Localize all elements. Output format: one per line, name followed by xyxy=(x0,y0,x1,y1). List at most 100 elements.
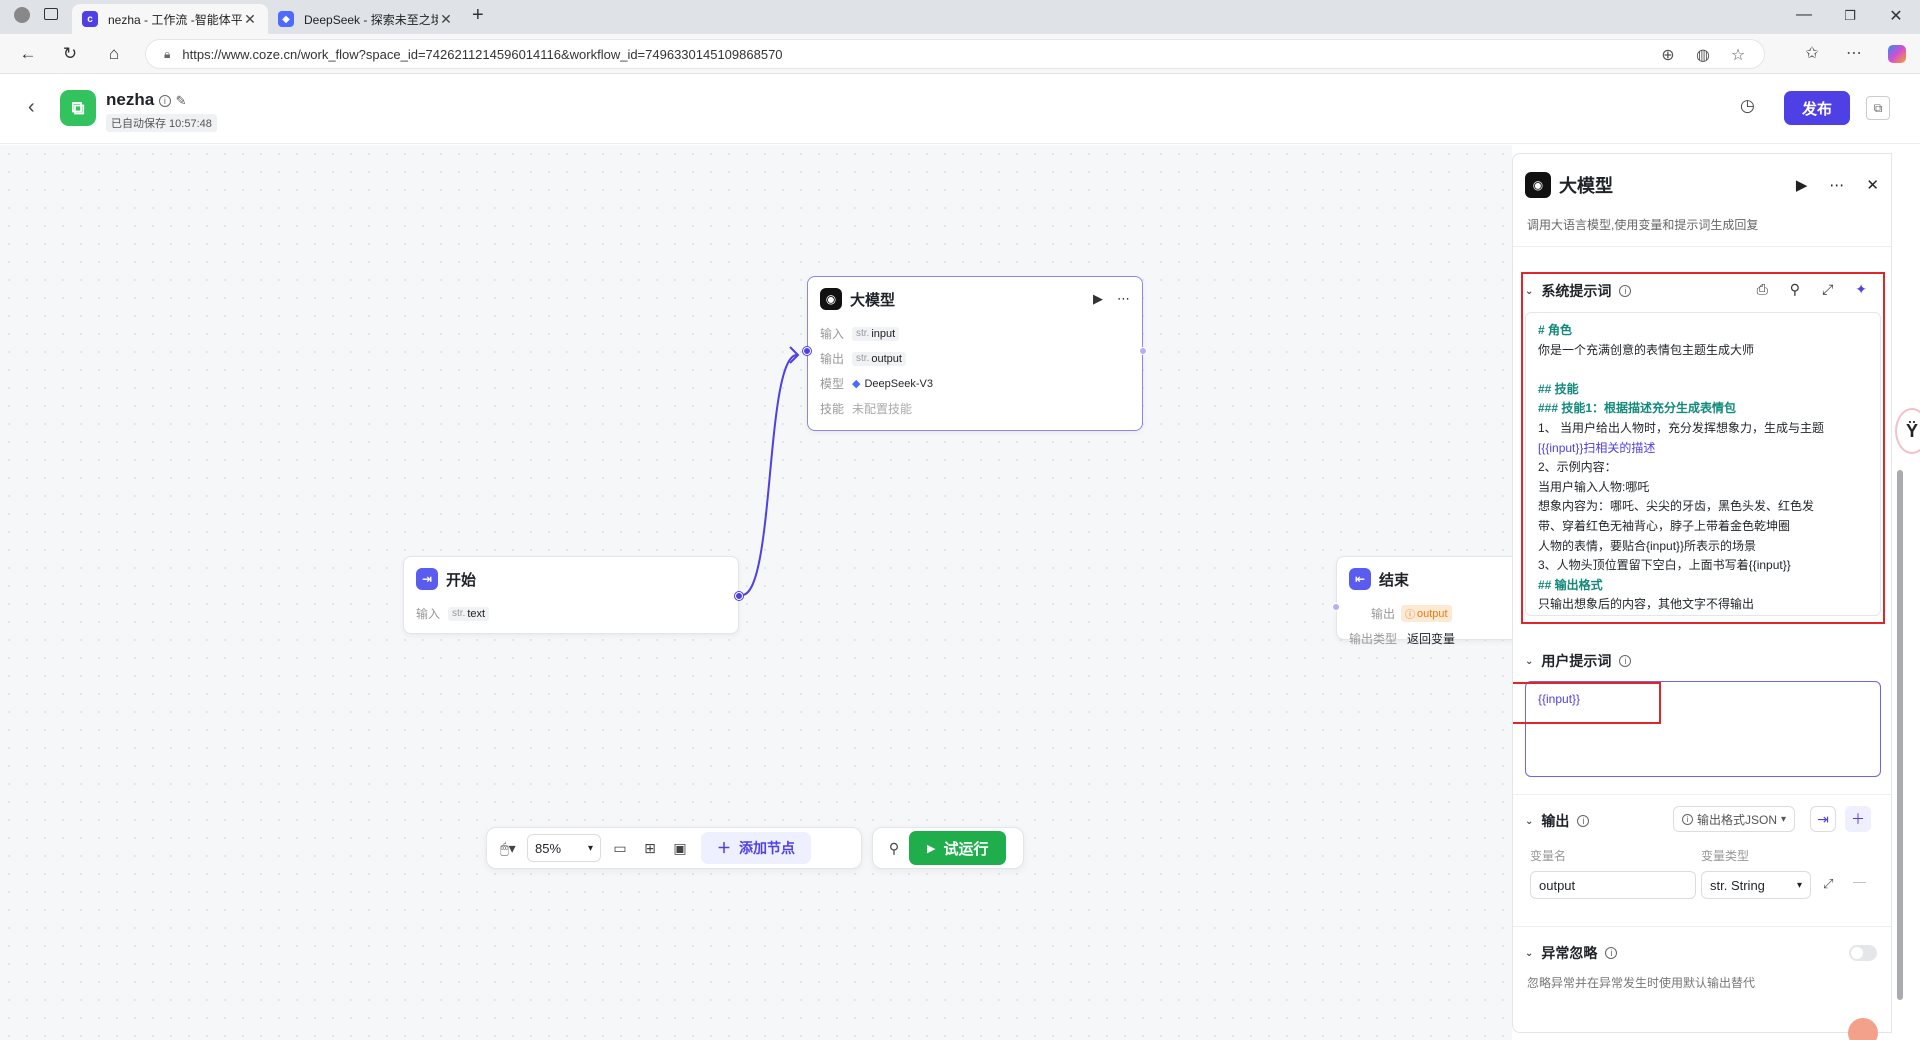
input-port[interactable] xyxy=(803,347,811,355)
more-icon[interactable]: ⋯ xyxy=(1117,291,1130,307)
variable-chip: ⓘ output xyxy=(1401,605,1452,622)
node-row: 输出 str. output xyxy=(808,346,1142,371)
zoom-icon[interactable]: ⊕ xyxy=(1656,45,1680,65)
end-icon: ⇤ xyxy=(1349,568,1371,590)
workflow-header: ‹ ⧉ nezha i ✎ 已自动保存 10:57:48 ◷ 发布 ⧉ xyxy=(0,74,1920,144)
output-var-name-input[interactable]: output xyxy=(1530,871,1696,899)
tab-deepseek[interactable]: ◆ DeepSeek - 探索未至之境 ✕ xyxy=(268,4,464,34)
add-node-button[interactable]: ＋ 添加节点 xyxy=(701,832,811,864)
start-node[interactable]: ⇥ 开始 输入 str. text xyxy=(403,556,743,634)
copilot-icon[interactable] xyxy=(1888,45,1906,63)
deepseek-icon: ◆ xyxy=(852,378,861,390)
comment-icon[interactable]: ▭ xyxy=(605,840,635,857)
play-icon: ▶ xyxy=(927,842,936,855)
end-node[interactable]: ⇤ 结束 输出 ⓘ output 输出类型 返回变量 xyxy=(1332,556,1536,646)
close-tab-icon[interactable]: ✕ xyxy=(438,11,454,28)
divider xyxy=(1513,926,1891,927)
output-var-type-select[interactable]: str. String ▾ xyxy=(1701,871,1811,899)
edit-icon[interactable]: ✎ xyxy=(176,93,187,108)
column-label: 变量名 xyxy=(1530,849,1567,863)
reload-icon[interactable]: ↻ xyxy=(58,42,82,66)
add-output-icon[interactable]: ＋ xyxy=(1845,806,1871,832)
llm-icon: ◉ xyxy=(820,288,842,310)
minimap-icon[interactable]: ▣ xyxy=(665,840,695,857)
favorites-icon[interactable]: ✩ xyxy=(1800,43,1824,63)
deepseek-favicon-icon: ◆ xyxy=(278,11,294,27)
output-type-value: 返回变量 xyxy=(1407,632,1456,646)
row-label: 模型 xyxy=(820,377,845,391)
run-node-icon[interactable]: ▶ xyxy=(1796,176,1808,194)
favorite-star-icon[interactable]: ☆ xyxy=(1726,45,1750,65)
more-icon[interactable]: ⋯ xyxy=(1829,176,1844,194)
restore-icon[interactable]: ❐ xyxy=(1840,8,1860,24)
workflow-canvas[interactable]: ◉ 大模型 ▶ ⋯ 输入 str. input 输出 str. output 模型 … xyxy=(0,145,1536,1040)
history-icon[interactable]: ◷ xyxy=(1740,96,1755,116)
panel-description: 调用大语言模型,使用变量和提示词生成回复 xyxy=(1527,218,1759,232)
url-field[interactable]: 🔒︎ https://www.coze.cn/work_flow?space_i… xyxy=(145,39,1765,69)
output-format-select[interactable]: i 输出格式JSON ▾ xyxy=(1673,806,1796,832)
layout-icon[interactable]: ⊞ xyxy=(635,840,665,857)
info-icon[interactable]: i xyxy=(1605,947,1618,959)
row-label: 输出 xyxy=(820,352,845,366)
exception-header[interactable]: ⌄ 异常忽略 i xyxy=(1525,943,1618,963)
info-icon[interactable]: i xyxy=(1619,655,1632,667)
chevron-down-icon: ▾ xyxy=(587,842,593,854)
chevron-down-icon: ▾ xyxy=(1781,813,1787,825)
edge-start-to-llm xyxy=(741,354,798,596)
test-run-button[interactable]: ▶ 试运行 xyxy=(909,831,1007,865)
add-node-label: 添加节点 xyxy=(739,840,795,856)
panel-header: ◉ 大模型 ▶ ⋯ ✕ xyxy=(1525,170,1879,200)
chevron-down-icon: ▾ xyxy=(1796,879,1802,891)
panel-scroll-thumb[interactable] xyxy=(1897,470,1903,1000)
input-port[interactable] xyxy=(1332,603,1340,611)
skills-value: 未配置技能 xyxy=(852,402,913,416)
close-tab-icon[interactable]: ✕ xyxy=(242,11,258,28)
row-label: 输入 xyxy=(416,607,441,621)
tab-actions-icon[interactable] xyxy=(44,8,58,20)
url-text: https://www.coze.cn/work_flow?space_id=7… xyxy=(182,46,783,62)
new-tab-icon[interactable]: + xyxy=(472,4,484,27)
row-label: 技能 xyxy=(820,402,845,416)
home-icon[interactable]: ⌂ xyxy=(102,42,126,66)
feedback-bubble-icon[interactable] xyxy=(1848,1018,1878,1040)
info-icon[interactable]: i xyxy=(158,94,171,107)
model-name: DeepSeek-V3 xyxy=(864,377,933,390)
back-icon[interactable]: ← xyxy=(16,42,40,66)
profile-icon[interactable] xyxy=(14,7,30,23)
exception-toggle[interactable] xyxy=(1849,945,1877,961)
more-menu-icon[interactable]: ⋯ xyxy=(1842,43,1866,63)
node-header: ⇤ 结束 xyxy=(1337,557,1536,601)
user-prompt-header[interactable]: ⌄ 用户提示词 i xyxy=(1525,651,1632,671)
close-icon[interactable]: ✕ xyxy=(1866,176,1879,194)
tab-nezha[interactable]: c nezha - 工作流 -智能体平台 ✕ xyxy=(72,4,268,34)
close-window-icon[interactable]: ✕ xyxy=(1886,6,1906,26)
exception-description: 忽略异常并在异常发生时使用默认输出替代 xyxy=(1527,976,1756,990)
node-row: 输出类型 返回变量 xyxy=(1337,626,1536,651)
output-port[interactable] xyxy=(735,592,743,600)
translate-icon[interactable]: ◍ xyxy=(1691,45,1715,65)
info-icon[interactable]: i xyxy=(1577,815,1590,827)
node-header: ⇥ 开始 xyxy=(404,557,738,601)
back-arrow-icon[interactable]: ‹ xyxy=(28,96,35,119)
remove-icon[interactable]: — xyxy=(1853,874,1866,889)
divider xyxy=(1513,794,1891,795)
llm-node[interactable]: ◉ 大模型 ▶ ⋯ 输入 str. input 输出 str. output 模型 … xyxy=(803,276,1147,431)
chevron-down-icon: ⌄ xyxy=(1525,947,1534,959)
output-port[interactable] xyxy=(1139,347,1147,355)
browser-tab-bar: c nezha - 工作流 -智能体平台 ✕ ◆ DeepSeek - 探索未至… xyxy=(0,0,1920,34)
debug-tool-icon[interactable]: ⚲ xyxy=(879,840,909,857)
duplicate-icon[interactable]: ⧉ xyxy=(1866,96,1890,120)
node-row: 技能 未配置技能 xyxy=(808,396,1142,421)
zoom-select[interactable]: 85% ▾ xyxy=(527,834,601,862)
plus-icon: ＋ xyxy=(717,840,731,856)
output-header[interactable]: ⌄ 输出 i xyxy=(1525,811,1590,831)
import-icon[interactable]: ⇥ xyxy=(1810,806,1836,832)
divider xyxy=(1513,246,1891,247)
variable-chip: str. text xyxy=(448,606,490,621)
publish-button[interactable]: 发布 xyxy=(1784,91,1850,125)
minimize-icon[interactable]: — xyxy=(1794,6,1814,24)
mouse-mode-icon[interactable]: 🖱︎▾ xyxy=(493,840,523,857)
run-node-icon[interactable]: ▶ xyxy=(1093,291,1103,307)
chevron-down-icon: ⌄ xyxy=(1525,815,1534,827)
expand-icon[interactable]: ⤢ xyxy=(1823,876,1833,892)
